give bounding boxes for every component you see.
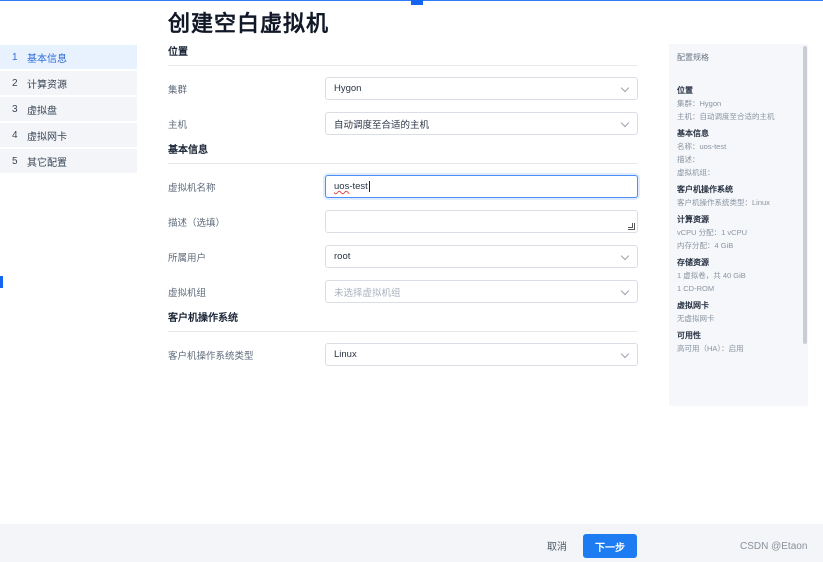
footer-bar: 取消 下一步 CSDN @Etaon: [0, 524, 823, 562]
description-textarea[interactable]: [325, 210, 638, 233]
summary-line: 1 CD-ROM: [677, 284, 715, 293]
summary-title: 配置规格: [677, 53, 709, 62]
summary-section-head: 基本信息: [677, 129, 709, 138]
summary-section-head: 计算资源: [677, 215, 709, 224]
text-caret: [368, 181, 370, 192]
summary-section-head: 位置: [677, 86, 693, 95]
selection-handle-top[interactable]: [411, 0, 423, 5]
watermark: CSDN @Etaon: [740, 541, 808, 552]
page-title: 创建空白虚拟机: [168, 11, 330, 36]
host-select[interactable]: 自动调度至合适的主机: [325, 112, 638, 135]
resize-grip-icon[interactable]: [628, 223, 635, 230]
step-label: 其它配置: [27, 157, 67, 169]
host-label: 主机: [168, 119, 188, 131]
section-title-basic-info: 基本信息: [168, 142, 638, 164]
summary-line: 无虚拟网卡: [677, 314, 715, 323]
step-basic-info[interactable]: 1 基本信息: [0, 45, 137, 69]
cluster-label: 集群: [168, 84, 188, 96]
step-compute-resources[interactable]: 2 计算资源: [0, 71, 137, 95]
os-type-value: Linux: [334, 349, 357, 360]
form-row-description: 描述（选填）: [168, 204, 638, 239]
os-type-select[interactable]: Linux: [325, 343, 638, 366]
summary-line: 1 虚拟卷，共 40 GiB: [677, 271, 746, 280]
step-number: 4: [12, 129, 18, 141]
step-label: 虚拟网卡: [27, 131, 67, 143]
summary-line: 客户机操作系统类型：Linux: [677, 198, 770, 207]
step-label: 虚拟盘: [27, 105, 57, 117]
vm-name-label: 虚拟机名称: [168, 182, 216, 194]
owner-select[interactable]: root: [325, 245, 638, 268]
summary-section-head: 客户机操作系统: [677, 185, 733, 194]
summary-line: 高可用（HA）：启用: [677, 344, 744, 353]
step-label: 基本信息: [27, 53, 67, 65]
step-virtual-disk[interactable]: 3 虚拟盘: [0, 97, 137, 121]
host-value: 自动调度至合适的主机: [334, 119, 430, 131]
summary-section-head: 可用性: [677, 331, 701, 340]
form-row-os-type: 客户机操作系统类型 Linux: [168, 337, 638, 372]
step-number: 5: [12, 155, 18, 167]
section-title-guest-os: 客户机操作系统: [168, 310, 638, 332]
form-row-owner: 所属用户 root: [168, 239, 638, 274]
summary-section-head: 存储资源: [677, 258, 709, 267]
selection-handle-left[interactable]: [0, 276, 3, 288]
summary-line: 虚拟机组：: [677, 168, 715, 177]
vm-name-value-rest: -test: [349, 181, 368, 192]
vm-name-value-misspelled: uos: [334, 181, 350, 192]
step-other-config[interactable]: 5 其它配置: [0, 149, 137, 173]
summary-line: 主机：自动调度至合适的主机: [677, 112, 775, 121]
wizard-steps: 1 基本信息 2 计算资源 3 虚拟盘 4 虚拟网卡 5 其它配置: [0, 45, 137, 175]
step-label: 计算资源: [27, 79, 67, 91]
summary-line: 描述：: [677, 155, 700, 164]
summary-line: 名称：uos-test: [677, 142, 727, 151]
summary-scrollbar[interactable]: [803, 46, 807, 344]
vm-group-placeholder: 未选择虚拟机组: [334, 287, 401, 299]
form-row-host: 主机 自动调度至合适的主机: [168, 106, 638, 141]
vm-form: 位置 集群 Hygon 主机 自动调度至合适的主机 基本信息 虚拟机名称 uos…: [168, 44, 638, 372]
section-title-location: 位置: [168, 44, 638, 66]
form-row-cluster: 集群 Hygon: [168, 71, 638, 106]
config-summary-panel: 配置规格 位置 集群：Hygon 主机：自动调度至合适的主机 基本信息 名称：u…: [669, 44, 808, 406]
step-number: 3: [12, 103, 18, 115]
cancel-button[interactable]: 取消: [540, 534, 574, 556]
cluster-select[interactable]: Hygon: [325, 77, 638, 100]
vm-group-select[interactable]: 未选择虚拟机组: [325, 280, 638, 303]
summary-line: 内存分配：4 GiB: [677, 241, 734, 250]
form-row-vm-group: 虚拟机组 未选择虚拟机组: [168, 274, 638, 309]
summary-section-head: 虚拟网卡: [677, 301, 709, 310]
next-step-button[interactable]: 下一步: [583, 534, 637, 558]
cluster-value: Hygon: [334, 83, 362, 94]
step-number: 1: [12, 51, 18, 63]
form-row-vm-name: 虚拟机名称 uos -test: [168, 169, 638, 204]
step-number: 2: [12, 77, 18, 89]
vm-group-label: 虚拟机组: [168, 287, 207, 299]
vm-name-input[interactable]: uos -test: [325, 175, 638, 198]
owner-label: 所属用户: [168, 252, 207, 264]
step-virtual-nic[interactable]: 4 虚拟网卡: [0, 123, 137, 147]
vm-create-page: 创建空白虚拟机 1 基本信息 2 计算资源 3 虚拟盘 4 虚拟网卡 5 其它配…: [0, 0, 823, 562]
summary-line: 集群：Hygon: [677, 99, 722, 108]
summary-line: vCPU 分配：1 vCPU: [677, 228, 748, 237]
owner-value: root: [334, 251, 351, 262]
description-label: 描述（选填）: [168, 217, 226, 229]
os-type-label: 客户机操作系统类型: [168, 350, 254, 362]
